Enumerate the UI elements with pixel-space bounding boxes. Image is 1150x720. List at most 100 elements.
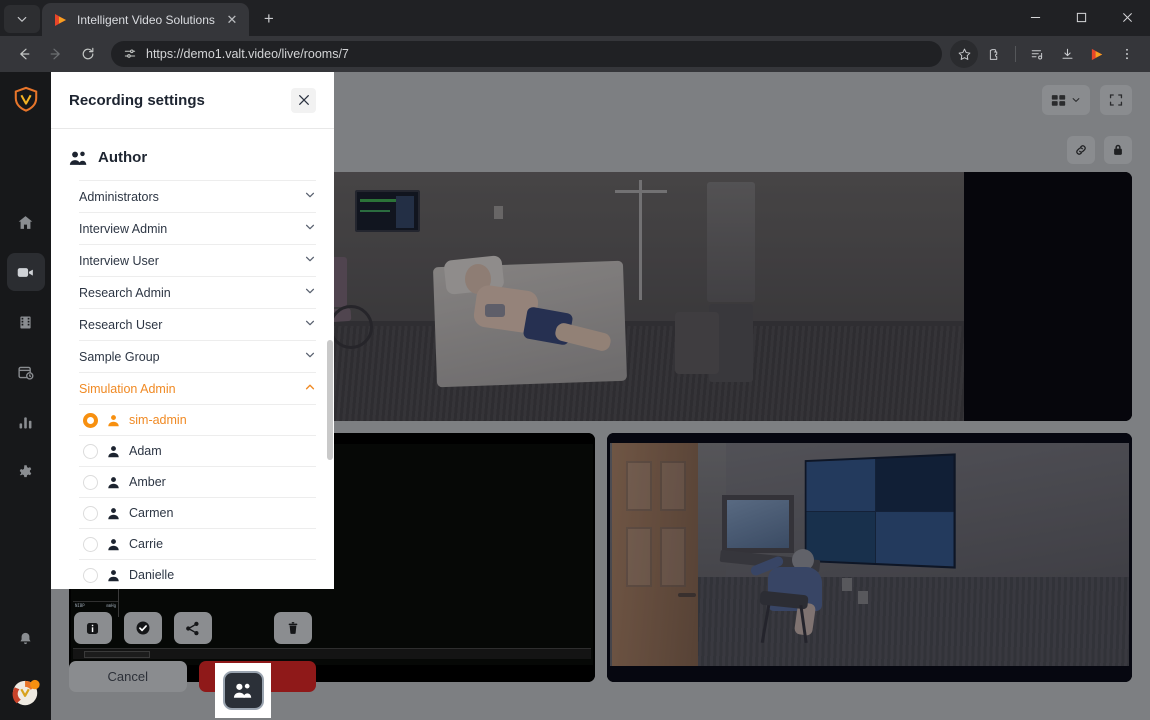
- group-row-research-admin[interactable]: Research Admin: [79, 276, 316, 308]
- group-label: Interview Admin: [79, 221, 168, 236]
- window-maximize-button[interactable]: [1058, 0, 1104, 34]
- user-row-adam[interactable]: Adam: [79, 435, 316, 466]
- forward-icon[interactable]: [41, 39, 71, 69]
- left-nav-rail: [0, 72, 51, 720]
- site-info-icon[interactable]: [123, 47, 137, 61]
- group-label: Research User: [79, 317, 163, 332]
- browser-tab-bar: Intelligent Video Solutions ✕ +: [0, 0, 1150, 36]
- group-label: Research Admin: [79, 285, 171, 300]
- user-label: Amber: [129, 475, 166, 489]
- tab-close-icon[interactable]: ✕: [223, 11, 241, 29]
- tab-search-icon[interactable]: [4, 5, 40, 33]
- author-section-title: Author: [51, 129, 334, 180]
- user-row-amber[interactable]: Amber: [79, 466, 316, 497]
- chrome-menu-icon[interactable]: [1113, 40, 1141, 68]
- sidebar-item-analytics[interactable]: [7, 403, 45, 441]
- browser-toolbar: https://demo1.valt.video/live/rooms/7: [0, 36, 1150, 72]
- user-label: Carmen: [129, 506, 174, 520]
- video-tile-control-room[interactable]: [606, 433, 1132, 682]
- sidebar-item-schedule[interactable]: [7, 353, 45, 391]
- delete-button[interactable]: [273, 612, 312, 644]
- close-icon[interactable]: [291, 87, 316, 113]
- user-avatar[interactable]: [11, 678, 41, 708]
- sidebar-item-recordings[interactable]: [7, 303, 45, 341]
- group-row-interview-admin[interactable]: Interview Admin: [79, 212, 316, 244]
- bookmark-star-icon[interactable]: [950, 40, 978, 68]
- chevron-down-icon: [304, 189, 316, 204]
- panel-toolbar: [51, 589, 334, 651]
- sidebar-item-home[interactable]: [7, 203, 45, 241]
- user-label: Adam: [129, 444, 162, 458]
- grid-layout-icon: [1051, 94, 1066, 107]
- radio-unselected[interactable]: [83, 443, 98, 459]
- group-label: Interview User: [79, 253, 159, 268]
- group-row-administrators[interactable]: Administrators: [79, 180, 316, 212]
- chevron-down-icon: [304, 221, 316, 236]
- share-button[interactable]: [173, 612, 212, 644]
- panel-header: Recording settings: [51, 72, 334, 129]
- radio-unselected[interactable]: [83, 474, 98, 490]
- radio-unselected[interactable]: [83, 567, 98, 583]
- group-label: Simulation Admin: [79, 381, 176, 396]
- group-label: Administrators: [79, 189, 159, 204]
- downloads-icon[interactable]: [1053, 40, 1081, 68]
- chevron-down-icon: [304, 349, 316, 364]
- user-row-carrie[interactable]: Carrie: [79, 528, 316, 559]
- layout-selector-button[interactable]: [1042, 85, 1090, 115]
- author-button-highlight: [215, 663, 271, 718]
- notifications-bell-icon[interactable]: [7, 620, 45, 658]
- radio-unselected[interactable]: [83, 505, 98, 521]
- sidebar-item-settings[interactable]: [7, 453, 45, 491]
- panel-scrollbar[interactable]: [327, 340, 333, 460]
- groups-scroll-area[interactable]: Administrators Interview Admin Interview…: [51, 180, 334, 589]
- user-label: sim-admin: [129, 413, 187, 427]
- back-icon[interactable]: [9, 39, 39, 69]
- author-button[interactable]: [222, 671, 264, 710]
- extensions-icon[interactable]: [980, 40, 1008, 68]
- window-minimize-button[interactable]: [1012, 0, 1058, 34]
- radio-selected[interactable]: [83, 412, 98, 428]
- window-controls: [1012, 0, 1150, 36]
- fullscreen-icon: [1109, 93, 1123, 107]
- lock-icon[interactable]: [1104, 136, 1132, 164]
- person-icon: [107, 538, 120, 551]
- panel-footer: Cancel REC: [51, 589, 334, 720]
- group-row-sample-group[interactable]: Sample Group: [79, 340, 316, 372]
- browser-tab[interactable]: Intelligent Video Solutions ✕: [42, 3, 249, 36]
- author-label: Author: [98, 149, 148, 166]
- recording-settings-panel: Recording settings Author Administrators…: [51, 72, 334, 589]
- ivs-extension-icon[interactable]: [1083, 40, 1111, 68]
- address-bar[interactable]: https://demo1.valt.video/live/rooms/7: [111, 41, 942, 67]
- group-row-simulation-admin[interactable]: Simulation Admin: [79, 372, 316, 404]
- chevron-up-icon: [304, 381, 316, 396]
- user-row-sim-admin[interactable]: sim-admin: [79, 404, 316, 435]
- toolbar-divider: [1015, 46, 1016, 62]
- group-row-interview-user[interactable]: Interview User: [79, 244, 316, 276]
- link-icon[interactable]: [1067, 136, 1095, 164]
- person-icon: [107, 569, 120, 582]
- window-close-button[interactable]: [1104, 0, 1150, 34]
- user-label: Danielle: [129, 568, 175, 582]
- valt-shield-logo[interactable]: [13, 86, 39, 117]
- reload-icon[interactable]: [73, 39, 103, 69]
- user-row-carmen[interactable]: Carmen: [79, 497, 316, 528]
- cancel-button[interactable]: Cancel: [69, 661, 187, 692]
- new-tab-button[interactable]: +: [255, 5, 283, 33]
- person-icon: [107, 445, 120, 458]
- app-root: Intelligent Video Solutions ✕ + https://…: [0, 0, 1150, 720]
- tab-title: Intelligent Video Solutions: [77, 12, 215, 27]
- ivs-favicon: [55, 13, 66, 26]
- person-icon: [107, 414, 120, 427]
- radio-unselected[interactable]: [83, 536, 98, 552]
- sidebar-item-live-rooms[interactable]: [6, 253, 45, 291]
- approve-button[interactable]: [123, 612, 162, 644]
- people-icon: [69, 150, 88, 166]
- fullscreen-button[interactable]: [1100, 85, 1132, 115]
- user-row-danielle[interactable]: Danielle: [79, 559, 316, 589]
- reading-list-icon[interactable]: [1023, 40, 1051, 68]
- group-row-research-user[interactable]: Research User: [79, 308, 316, 340]
- rail-bottom-group: [7, 614, 45, 720]
- user-label: Carrie: [129, 537, 164, 551]
- groups-list: Administrators Interview Admin Interview…: [51, 180, 334, 589]
- info-button[interactable]: [73, 612, 112, 644]
